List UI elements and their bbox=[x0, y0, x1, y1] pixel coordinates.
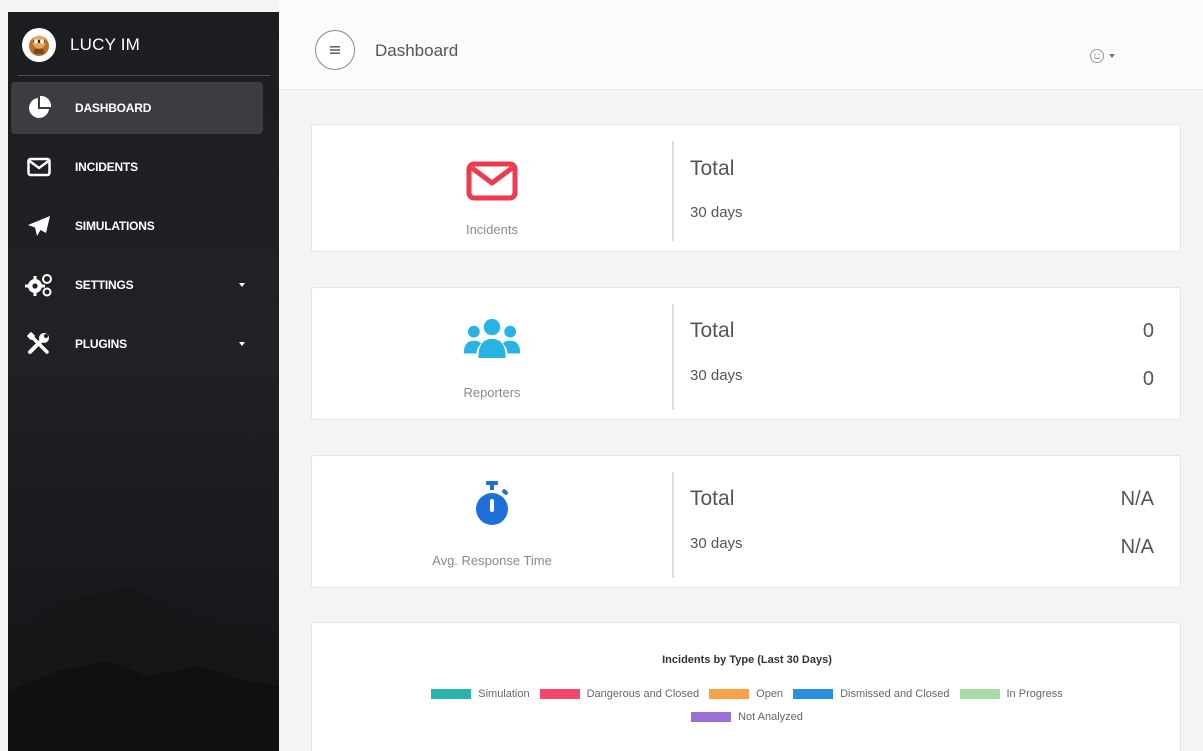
mountain-background bbox=[8, 586, 279, 751]
legend-label: Dismissed and Closed bbox=[840, 688, 950, 700]
legend-item-in-progress[interactable]: In Progress bbox=[959, 687, 1063, 701]
brand[interactable]: LUCY IM bbox=[22, 28, 140, 62]
sidebar-item-label: SIMULATIONS bbox=[75, 219, 155, 233]
tools-icon bbox=[25, 330, 53, 358]
sidebar-item-label: SETTINGS bbox=[75, 278, 134, 292]
envelope-icon bbox=[25, 153, 53, 181]
sidebar-item-label: INCIDENTS bbox=[75, 160, 138, 174]
legend-swatch bbox=[959, 689, 1000, 699]
brand-logo bbox=[22, 28, 56, 62]
legend-swatch bbox=[793, 689, 834, 699]
incidents-stat-card: Incidents Total 30 days bbox=[311, 124, 1181, 252]
sidebar-item-dashboard[interactable]: DASHBOARD bbox=[11, 82, 263, 134]
legend-swatch bbox=[691, 712, 732, 722]
hamburger-icon bbox=[330, 46, 340, 54]
incidents-by-type-chart: Incidents by Type (Last 30 Days) Simulat… bbox=[311, 622, 1181, 751]
sidebar: LUCY IM DASHBOARD INCIDENTS SIMULATIONS … bbox=[8, 12, 279, 751]
divider bbox=[18, 75, 270, 76]
menu-toggle-button[interactable] bbox=[315, 30, 355, 70]
gears-icon bbox=[25, 271, 53, 299]
pie-chart-icon bbox=[25, 94, 53, 122]
legend-item-dismissed-and-closed[interactable]: Dismissed and Closed bbox=[793, 687, 950, 701]
legend-swatch bbox=[431, 689, 472, 699]
total-label: Total bbox=[690, 319, 735, 342]
sidebar-nav: DASHBOARD INCIDENTS SIMULATIONS SETTINGS… bbox=[11, 82, 263, 377]
legend-label: Open bbox=[756, 688, 784, 700]
period-label: 30 days bbox=[690, 204, 743, 221]
chevron-down-icon bbox=[1109, 54, 1115, 58]
period-value: N/A bbox=[1120, 536, 1154, 558]
legend-swatch bbox=[709, 689, 750, 699]
card-caption: Reporters bbox=[463, 385, 521, 400]
total-label: Total bbox=[690, 487, 735, 510]
total-value: 0 bbox=[1142, 320, 1154, 342]
legend-label: Not Analyzed bbox=[738, 711, 803, 723]
chart-title: Incidents by Type (Last 30 Days) bbox=[662, 654, 832, 666]
brand-title: LUCY IM bbox=[70, 35, 141, 54]
chevron-down-icon bbox=[239, 283, 245, 287]
reporters-stat-card: Reporters Total 0 30 days 0 bbox=[311, 287, 1181, 420]
card-caption: Avg. Response Time bbox=[432, 553, 552, 568]
total-label: Total bbox=[690, 157, 735, 180]
legend-item-not-analyzed[interactable]: Not Analyzed bbox=[691, 710, 803, 724]
legend-label: Simulation bbox=[478, 688, 530, 700]
total-value: N/A bbox=[1120, 488, 1154, 510]
divider bbox=[672, 472, 674, 578]
chart-legend: Simulation Dangerous and Closed Open Dis… bbox=[312, 687, 1182, 724]
sidebar-item-settings[interactable]: SETTINGS bbox=[11, 259, 263, 311]
period-label: 30 days bbox=[690, 367, 743, 384]
legend-swatch bbox=[539, 689, 580, 699]
stopwatch-icon bbox=[462, 481, 522, 526]
smiley-icon bbox=[1090, 49, 1104, 63]
envelope-icon bbox=[462, 159, 522, 203]
sidebar-item-simulations[interactable]: SIMULATIONS bbox=[11, 200, 263, 252]
sidebar-item-plugins[interactable]: PLUGINS bbox=[11, 318, 263, 370]
legend-item-dangerous-and-closed[interactable]: Dangerous and Closed bbox=[539, 687, 700, 701]
sidebar-item-label: PLUGINS bbox=[75, 337, 127, 351]
user-menu[interactable] bbox=[1089, 48, 1115, 64]
legend-label: In Progress bbox=[1006, 688, 1063, 700]
card-caption: Incidents bbox=[465, 222, 519, 237]
users-icon bbox=[462, 316, 522, 360]
legend-label: Dangerous and Closed bbox=[586, 688, 700, 700]
legend-item-simulation[interactable]: Simulation bbox=[431, 687, 530, 701]
period-value: 0 bbox=[1142, 368, 1154, 390]
paper-plane-icon bbox=[25, 212, 53, 240]
response-time-stat-card: Avg. Response Time Total N/A 30 days N/A bbox=[311, 455, 1181, 588]
divider bbox=[672, 141, 674, 241]
sidebar-item-label: DASHBOARD bbox=[75, 101, 152, 115]
page-title: Dashboard bbox=[375, 41, 459, 60]
top-header: Dashboard bbox=[279, 0, 1203, 90]
period-label: 30 days bbox=[690, 535, 743, 552]
chevron-down-icon bbox=[239, 342, 245, 346]
sidebar-item-incidents[interactable]: INCIDENTS bbox=[11, 141, 263, 193]
divider bbox=[672, 304, 674, 410]
legend-item-open[interactable]: Open bbox=[709, 687, 783, 701]
